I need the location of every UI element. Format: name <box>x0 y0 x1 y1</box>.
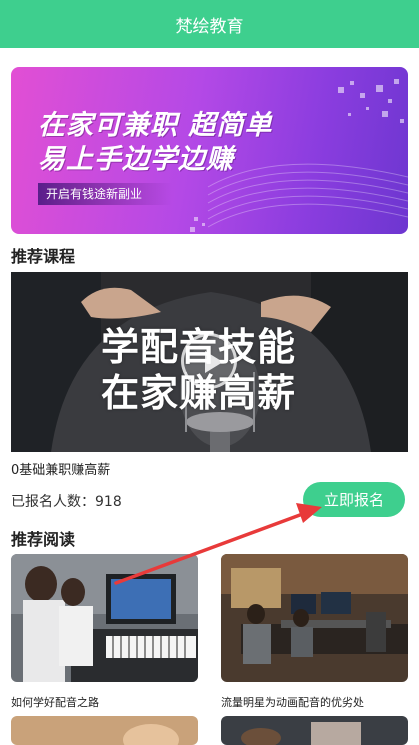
article-title-1[interactable]: 如何学好配音之路 <box>11 694 99 710</box>
promo-banner[interactable]: 在家可兼职 超简单 易上手边学边赚 开启有钱途新副业 <box>11 67 408 234</box>
enroll-count-label: 已报名人数： <box>11 494 95 510</box>
play-icon[interactable] <box>181 333 237 389</box>
article-thumbnail-4[interactable] <box>221 716 408 745</box>
article-title-2[interactable]: 流量明星为动画配音的优劣处 <box>221 694 364 710</box>
banner-subtitle: 开启有钱途新副业 <box>38 183 173 205</box>
app-header: 梵绘教育 <box>0 0 419 48</box>
section-title-courses: 推荐课程 <box>11 247 76 266</box>
section-title-reading: 推荐阅读 <box>11 530 76 549</box>
article-thumbnail-3[interactable] <box>11 716 198 745</box>
article-thumbnail-2[interactable] <box>221 554 408 682</box>
enroll-now-button[interactable]: 立即报名 <box>303 482 405 517</box>
studio-photo-3 <box>11 716 198 745</box>
enroll-count: 已报名人数：918 <box>11 491 122 511</box>
studio-photo-1 <box>11 554 198 682</box>
course-name: 0基础兼职赚高薪 <box>11 463 111 478</box>
app-title: 梵绘教育 <box>175 16 244 37</box>
studio-photo-2 <box>221 554 408 682</box>
studio-photo-4 <box>221 716 408 745</box>
banner-headline-2: 易上手边学边赚 <box>38 144 234 175</box>
enroll-count-value: 918 <box>95 494 122 510</box>
article-thumbnail-1[interactable] <box>11 554 198 682</box>
